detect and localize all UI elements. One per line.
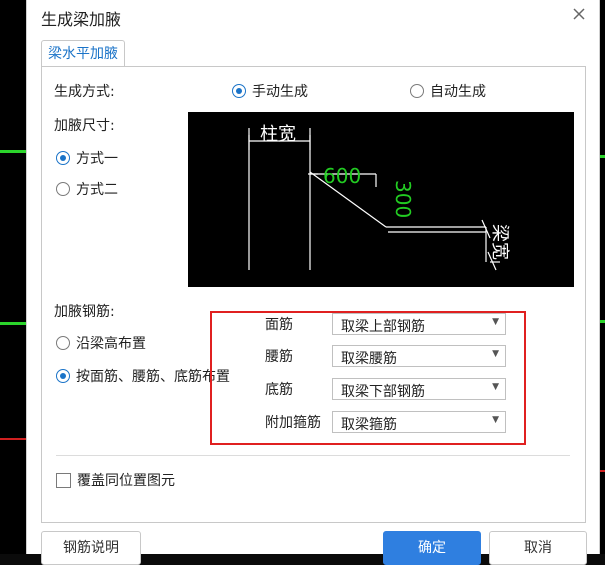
tab-horizontal-haunch[interactable]: 梁水平加腋 xyxy=(41,40,125,67)
rebar-help-button[interactable]: 钢筋说明 xyxy=(41,531,141,565)
cancel-button[interactable]: 取消 xyxy=(489,531,587,565)
stirrup-label: 附加箍筋 xyxy=(265,415,321,431)
chevron-down-icon: ▼ xyxy=(492,415,499,425)
radio-circle xyxy=(410,84,424,98)
chevron-down-icon: ▼ xyxy=(492,382,499,392)
top-bar-value: 取梁上部钢筋 xyxy=(341,319,425,335)
radio-by-bar-type[interactable]: 按面筋、腰筋、底筋布置 xyxy=(56,366,230,386)
column-width-label: 柱宽 xyxy=(260,124,296,145)
radio-manual-label: 手动生成 xyxy=(252,84,308,100)
chevron-down-icon: ▼ xyxy=(492,349,499,359)
haunch-length-value: 600 xyxy=(323,164,361,188)
radio-auto[interactable]: 自动生成 xyxy=(410,81,486,101)
bottom-bar-label: 底筋 xyxy=(265,382,293,398)
haunch-diagram: 柱宽 600 300 梁宽 xyxy=(188,112,574,287)
radio-by-bar-type-label: 按面筋、腰筋、底筋布置 xyxy=(76,369,230,385)
radio-manual[interactable]: 手动生成 xyxy=(232,81,308,101)
size-label: 加腋尺寸: xyxy=(54,118,115,134)
divider xyxy=(56,455,570,456)
overwrite-label: 覆盖同位置图元 xyxy=(77,473,175,489)
tab-panel: 生成方式: 手动生成 自动生成 加腋尺寸: 方式一 方式二 柱宽 600 300… xyxy=(41,66,586,523)
haunch-dialog: 生成梁加腋 梁水平加腋 生成方式: 手动生成 自动生成 加腋尺寸: 方式一 方式… xyxy=(26,0,600,565)
radio-method-one[interactable]: 方式一 xyxy=(56,148,118,168)
radio-auto-label: 自动生成 xyxy=(430,84,486,100)
radio-method-two[interactable]: 方式二 xyxy=(56,179,118,199)
radio-along-height[interactable]: 沿梁高布置 xyxy=(56,333,146,353)
cad-line xyxy=(0,322,26,325)
bottom-bar-select[interactable]: 取梁下部钢筋 ▼ xyxy=(332,378,506,400)
waist-bar-select[interactable]: 取梁腰筋 ▼ xyxy=(332,345,506,367)
stirrup-select[interactable]: 取梁箍筋 ▼ xyxy=(332,411,506,433)
cad-line xyxy=(0,150,26,153)
radio-along-height-label: 沿梁高布置 xyxy=(76,336,146,352)
cad-line xyxy=(0,438,26,440)
top-bar-select[interactable]: 取梁上部钢筋 ▼ xyxy=(332,313,506,335)
chevron-down-icon: ▼ xyxy=(492,317,499,327)
waist-bar-label: 腰筋 xyxy=(265,349,293,365)
cad-background-left xyxy=(0,0,26,554)
overwrite-checkbox[interactable]: 覆盖同位置图元 xyxy=(56,470,175,490)
radio-circle-checked xyxy=(56,151,70,165)
radio-circle-checked xyxy=(232,84,246,98)
radio-method-one-label: 方式一 xyxy=(76,151,118,167)
radio-circle xyxy=(56,336,70,350)
beam-width-label: 梁宽 xyxy=(489,224,510,260)
bottom-bar-value: 取梁下部钢筋 xyxy=(341,384,425,400)
checkbox-box xyxy=(56,472,71,488)
mode-label: 生成方式: xyxy=(54,84,115,100)
title-bar: 生成梁加腋 xyxy=(27,0,599,32)
radio-circle xyxy=(56,182,70,196)
top-bar-label: 面筋 xyxy=(265,317,293,333)
haunch-width-value: 300 xyxy=(391,180,415,218)
radio-method-two-label: 方式二 xyxy=(76,182,118,198)
stirrup-value: 取梁箍筋 xyxy=(341,417,397,433)
dialog-title: 生成梁加腋 xyxy=(41,10,122,29)
radio-circle-checked xyxy=(56,369,70,383)
ok-button[interactable]: 确定 xyxy=(383,531,481,565)
waist-bar-value: 取梁腰筋 xyxy=(341,351,397,367)
close-icon[interactable] xyxy=(569,4,589,24)
rebar-label: 加腋钢筋: xyxy=(54,304,115,320)
